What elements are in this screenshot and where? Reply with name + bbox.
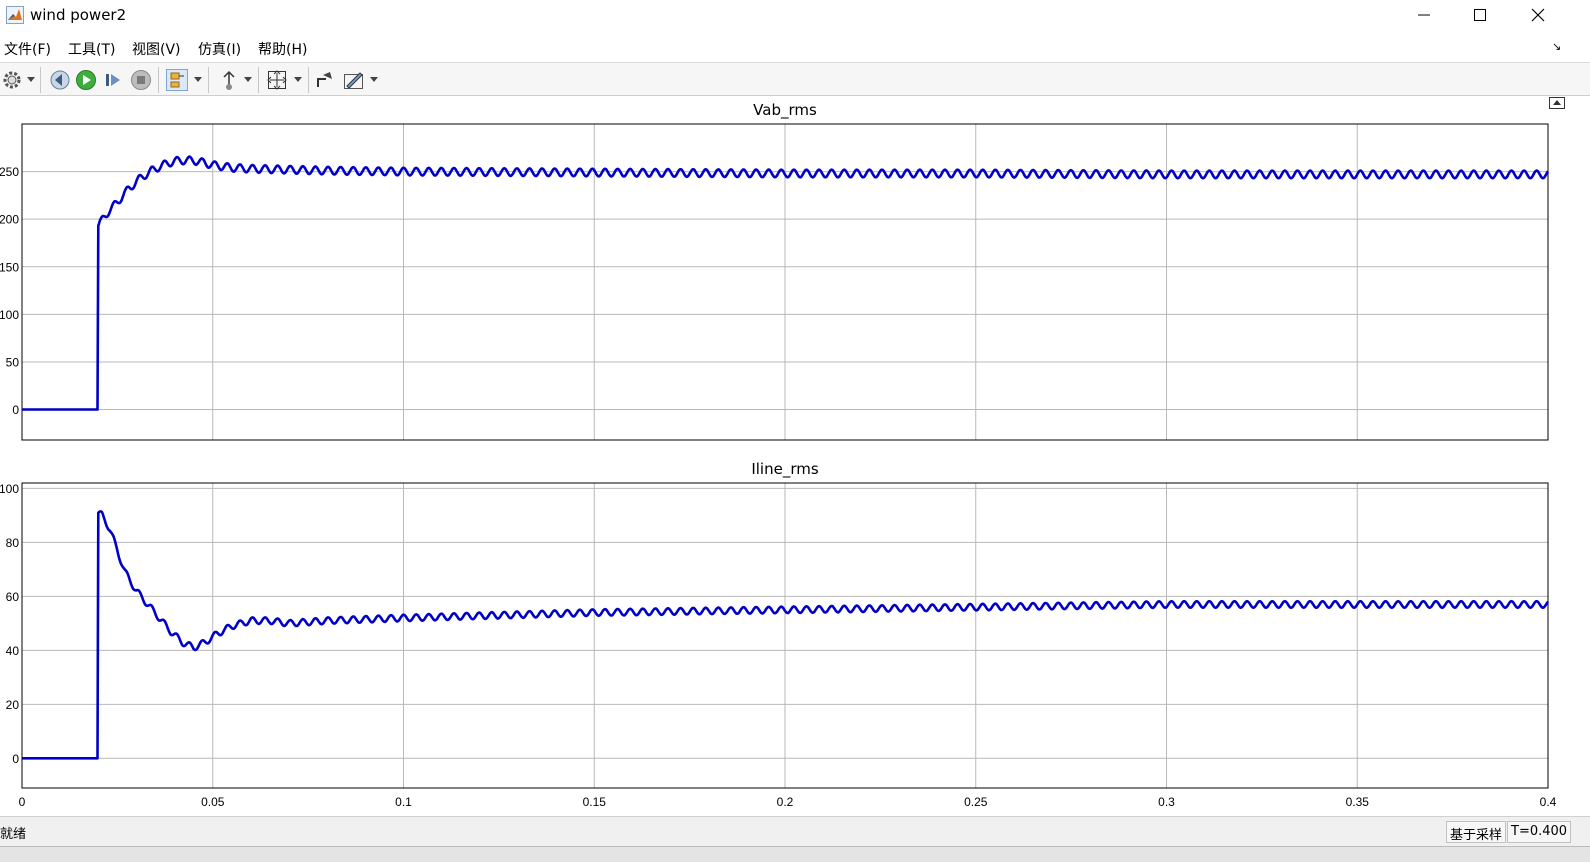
scope-display: Vab_rms Iline_rms 0 50 100 150 200 250 0 20 40 60… bbox=[0, 96, 1590, 814]
status-sample-mode: 基于采样 bbox=[1446, 821, 1507, 843]
y-tick-label: 50 bbox=[6, 355, 20, 369]
menu-tools[interactable]: 工具(T) bbox=[68, 39, 115, 59]
collapse-menu-icon[interactable]: ↘ bbox=[1552, 40, 1561, 53]
restore-layout-icon[interactable] bbox=[314, 69, 336, 91]
y-tick-label: 200 bbox=[0, 213, 19, 227]
status-sim-time: T=0.400 bbox=[1507, 821, 1572, 843]
step-forward-icon[interactable] bbox=[102, 69, 124, 91]
toolbar-separator bbox=[40, 67, 41, 93]
y-tick-label: 250 bbox=[0, 165, 19, 179]
zoom-fit-icon[interactable] bbox=[266, 69, 288, 91]
y-tick-label: 40 bbox=[6, 644, 20, 658]
menu-simulation[interactable]: 仿真(I) bbox=[198, 39, 241, 59]
x-tick-label: 0.1 bbox=[395, 795, 412, 809]
highlight-dropdown-icon[interactable] bbox=[194, 77, 202, 83]
x-tick-label: 0.3 bbox=[1158, 795, 1175, 809]
x-tick-label: 0.35 bbox=[1346, 795, 1370, 809]
minimize-button[interactable] bbox=[1396, 0, 1452, 30]
highlight-block-icon[interactable] bbox=[166, 69, 188, 91]
window-title: wind power2 bbox=[30, 6, 127, 24]
x-tick-label: 0.15 bbox=[583, 795, 607, 809]
menu-help[interactable]: 帮助(H) bbox=[258, 39, 307, 59]
status-bar: 就绪 基于采样 T=0.400 bbox=[0, 816, 1590, 846]
settings-icon[interactable] bbox=[1, 69, 23, 91]
y-tick-label: 100 bbox=[0, 482, 19, 496]
close-button[interactable] bbox=[1510, 0, 1566, 30]
signal-selector-icon[interactable] bbox=[218, 69, 240, 91]
toolbar-separator bbox=[308, 67, 309, 93]
step-back-icon[interactable] bbox=[49, 69, 71, 91]
menu-view[interactable]: 视图(V) bbox=[132, 39, 181, 59]
menu-file[interactable]: 文件(F) bbox=[4, 39, 51, 59]
close-icon bbox=[1531, 8, 1545, 22]
background-window-strip bbox=[0, 846, 1590, 862]
y-tick-label: 80 bbox=[6, 536, 20, 550]
y-tick-label: 20 bbox=[6, 698, 20, 712]
stop-icon[interactable] bbox=[130, 69, 152, 91]
scope-plots: 0 50 100 150 200 250 0 20 40 60 80 100 0 0.05 0.1 0.15 0… bbox=[0, 123, 1557, 809]
y-tick-label: 0 bbox=[12, 752, 19, 766]
style-dropdown-icon[interactable] bbox=[370, 77, 378, 83]
menu-bar: 文件(F) 工具(T) 视图(V) 仿真(I) 帮助(H) ↘ bbox=[0, 36, 1590, 60]
signal-dropdown-icon[interactable] bbox=[244, 77, 252, 83]
style-icon[interactable] bbox=[343, 69, 365, 91]
zoom-dropdown-icon[interactable] bbox=[294, 77, 302, 83]
toolbar-separator bbox=[258, 67, 259, 93]
settings-dropdown-icon[interactable] bbox=[27, 77, 35, 83]
y-tick-label: 0 bbox=[12, 403, 19, 417]
maximize-icon bbox=[1474, 9, 1486, 21]
y-tick-label: 60 bbox=[6, 590, 20, 604]
title-bar: wind power2 bbox=[0, 0, 1590, 32]
x-tick-label: 0.25 bbox=[964, 795, 988, 809]
toolbar-separator bbox=[208, 67, 209, 93]
x-tick-label: 0.2 bbox=[777, 795, 794, 809]
minimize-icon bbox=[1418, 14, 1430, 16]
x-tick-label: 0.05 bbox=[201, 795, 225, 809]
toolbar bbox=[0, 62, 1590, 96]
x-tick-label: 0.4 bbox=[1540, 795, 1557, 809]
status-ready-text: 就绪 bbox=[0, 827, 27, 842]
x-tick-label: 0 bbox=[19, 795, 26, 809]
y-tick-label: 150 bbox=[0, 260, 19, 274]
run-icon[interactable] bbox=[75, 69, 97, 91]
matlab-logo-icon bbox=[6, 6, 24, 24]
maximize-button[interactable] bbox=[1452, 0, 1508, 30]
y-tick-label: 100 bbox=[0, 308, 19, 322]
toolbar-separator bbox=[158, 67, 159, 93]
